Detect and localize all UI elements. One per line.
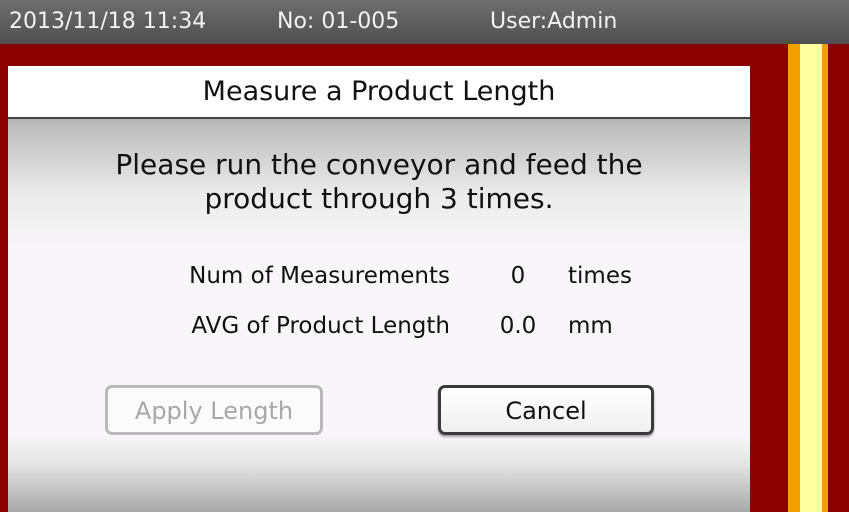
measurements-value: 0 [510,263,526,289]
apply-length-button[interactable]: Apply Length [105,385,323,435]
dialog-title: Measure a Product Length [8,66,750,119]
message-line-2: product through 3 times. [204,182,554,215]
status-user: User:Admin [490,9,618,34]
avg-length-unit: mm [568,313,613,339]
status-number: No: 01-005 [277,9,400,34]
status-bar: 2013/11/18 11:34 No: 01-005 User:Admin [0,0,849,44]
gold-stripe [822,44,828,512]
status-datetime: 2013/11/18 11:34 [9,9,207,34]
side-stripes [750,44,849,512]
message-line-1: Please run the conveyor and feed the [115,148,643,181]
orange-stripe [788,44,800,512]
avg-length-row: AVG of Product Length 0.0 mm [8,306,750,346]
avg-length-value: 0.0 [499,313,537,339]
yellow-stripe [800,44,822,512]
measurements-row: Num of Measurements 0 times [8,256,750,296]
cancel-button[interactable]: Cancel [438,385,654,435]
measurements-unit: times [568,263,632,289]
avg-length-label: AVG of Product Length [191,313,450,339]
measure-dialog: Measure a Product Length Please run the … [8,66,750,512]
measurements-label: Num of Measurements [189,263,450,289]
dialog-message: Please run the conveyor and feed the pro… [8,148,750,216]
